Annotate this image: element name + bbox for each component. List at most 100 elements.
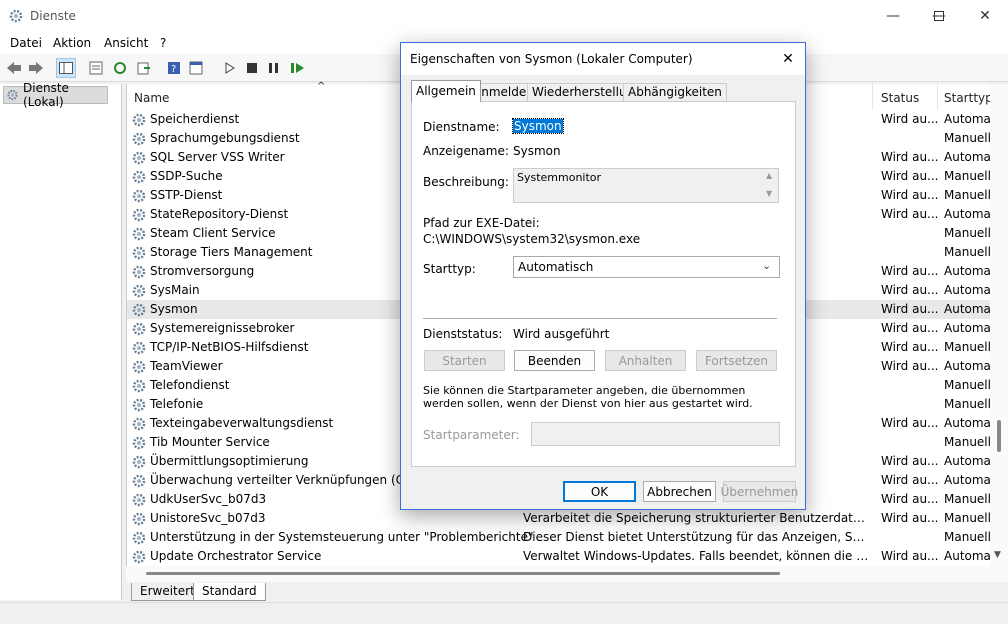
service-name: Speicherdienst <box>150 112 240 126</box>
service-name: Texteingabeverwaltungsdienst <box>150 416 334 430</box>
service-status: Wird au... <box>881 302 939 316</box>
service-gear-icon <box>132 455 146 469</box>
refresh-button[interactable] <box>110 58 130 78</box>
menu-help[interactable]: ? <box>160 36 166 50</box>
stop-service-button[interactable] <box>242 58 262 78</box>
console-tree: Dienste (Lokal) <box>0 81 122 600</box>
service-description: Verarbeitet die Speicherung strukturiert… <box>523 511 869 525</box>
service-status: Wird au... <box>881 549 939 563</box>
table-row[interactable]: Unterstützung in der Systemsteuerung unt… <box>127 528 993 547</box>
restart-service-button[interactable] <box>288 58 308 78</box>
status-bar <box>0 602 1008 624</box>
separator <box>423 318 777 319</box>
dialog-title: Eigenschaften von Sysmon (Lokaler Comput… <box>410 52 693 66</box>
horizontal-scrollbar[interactable] <box>126 566 990 582</box>
exe-path-value[interactable]: C:\WINDOWS\system32\sysmon.exe <box>423 232 640 246</box>
menu-datei[interactable]: Datei <box>10 36 42 50</box>
service-name: Telefondienst <box>150 378 230 392</box>
scroll-up-icon[interactable]: ▲ <box>766 171 772 180</box>
service-name: Telefonie <box>150 397 204 411</box>
start-params-hint: Sie können die Startparameter angeben, d… <box>423 384 753 410</box>
service-starttype: Automat <box>944 112 996 126</box>
tree-item-dienste-lokal[interactable]: Dienste (Lokal) <box>3 81 108 109</box>
console-tree-icon <box>59 62 73 74</box>
column-header-starttyp[interactable]: Starttyp <box>944 91 993 105</box>
service-gear-icon <box>132 265 146 279</box>
forward-button[interactable] <box>26 58 46 78</box>
scroll-down-icon[interactable]: ▼ <box>994 550 1001 560</box>
column-header-status[interactable]: Status <box>881 91 919 105</box>
scrollbar-thumb[interactable] <box>997 420 1001 452</box>
servicename-label: Dienstname: <box>423 120 500 134</box>
service-starttype: Automat <box>944 416 996 430</box>
pause-button[interactable]: Anhalten <box>605 350 686 371</box>
pause-service-button[interactable] <box>264 58 284 78</box>
tab-abhaengigkeiten[interactable]: Abhängigkeiten <box>623 83 727 101</box>
service-status: Wird au... <box>881 473 939 487</box>
description-field[interactable]: Systemmonitor ▲ ▼ <box>513 168 779 203</box>
hscroll-thumb[interactable] <box>146 572 780 575</box>
back-button[interactable] <box>4 58 24 78</box>
show-console-tree-button[interactable] <box>56 58 76 78</box>
service-starttype: Manuell <box>944 511 991 525</box>
service-gear-icon <box>132 379 146 393</box>
service-name: Sysmon <box>150 302 198 316</box>
maximize-button[interactable] <box>916 0 962 32</box>
service-starttype: Manuell <box>944 169 991 183</box>
service-starttype: Manuell <box>944 397 991 411</box>
service-status: Wird au... <box>881 321 939 335</box>
view-button[interactable] <box>186 58 206 78</box>
tab-standard[interactable]: Standard <box>193 583 266 601</box>
start-button[interactable]: Starten <box>424 350 505 371</box>
table-row[interactable]: UnistoreSvc_b07d3 Verarbeitet die Speiche… <box>127 509 993 528</box>
service-starttype: Manuell <box>944 530 991 544</box>
service-gear-icon <box>132 227 146 241</box>
service-name: SSTP-Dienst <box>150 188 223 202</box>
starttype-select[interactable]: Automatisch ⌄ <box>513 256 780 278</box>
ok-button[interactable]: OK <box>563 481 636 502</box>
export-button[interactable] <box>134 58 154 78</box>
service-description: Verwaltet Windows-Updates. Falls beendet… <box>523 549 869 563</box>
displayname-value[interactable]: Sysmon <box>513 144 561 158</box>
service-gear-icon <box>132 531 146 545</box>
cancel-button[interactable]: Abbrechen <box>643 481 716 502</box>
service-gear-icon <box>132 322 146 336</box>
service-starttype: Manuell <box>944 492 991 506</box>
service-starttype: Automat <box>944 302 996 316</box>
help-button[interactable]: ? <box>164 58 184 78</box>
tab-allgemein[interactable]: Allgemein <box>411 80 481 102</box>
scroll-down-icon[interactable]: ▼ <box>766 189 772 198</box>
service-gear-icon <box>132 493 146 507</box>
svg-text:?: ? <box>171 64 176 75</box>
close-window-button[interactable]: ✕ <box>962 0 1008 32</box>
service-gear-icon <box>132 341 146 355</box>
start-service-button[interactable] <box>220 58 240 78</box>
table-row[interactable]: Update Orchestrator Service Verwaltet Win… <box>127 547 996 566</box>
service-starttype: Automat <box>944 454 996 468</box>
service-name: StateRepository-Dienst <box>150 207 289 221</box>
service-gear-icon <box>132 360 146 374</box>
properties-list-button[interactable] <box>86 58 106 78</box>
general-tab-panel: Dienstname: Sysmon Anzeigename: Sysmon B… <box>411 101 796 467</box>
description-value: Systemmonitor <box>517 171 602 184</box>
service-name: Steam Client Service <box>150 226 276 240</box>
start-params-input[interactable] <box>531 422 780 446</box>
service-starttype: Manuell <box>944 435 991 449</box>
service-status: Wird au... <box>881 454 939 468</box>
status-value: Wird ausgeführt <box>513 327 610 341</box>
dialog-close-button[interactable]: ✕ <box>777 49 799 69</box>
menu-aktion[interactable]: Aktion <box>53 36 91 50</box>
column-header-name[interactable]: Name <box>134 91 169 105</box>
menu-ansicht[interactable]: Ansicht <box>104 36 148 50</box>
servicename-value[interactable]: Sysmon <box>512 118 564 134</box>
vertical-scrollbar[interactable]: ▼ <box>990 84 1008 582</box>
service-name: Überwachung verteilter Verknüpfungen (Cl… <box>150 473 436 487</box>
service-starttype: Manuell <box>944 245 991 259</box>
stop-button[interactable]: Beenden <box>514 350 595 371</box>
displayname-label: Anzeigename: <box>423 144 509 158</box>
minimize-button-visible[interactable]: — <box>870 0 916 32</box>
service-starttype: Automat <box>944 150 996 164</box>
apply-button[interactable]: Übernehmen <box>721 481 798 502</box>
service-name: SysMain <box>150 283 200 297</box>
continue-button[interactable]: Fortsetzen <box>696 350 777 371</box>
